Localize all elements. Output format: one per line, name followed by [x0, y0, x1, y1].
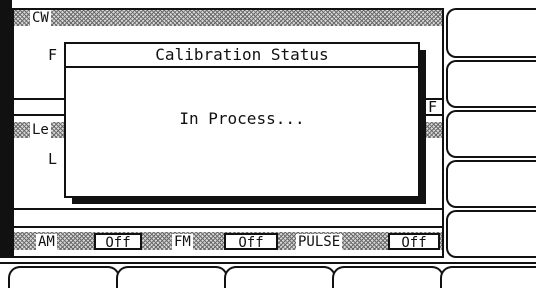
- bottom-softkey-5[interactable]: [440, 266, 536, 288]
- bottom-softkey-4[interactable]: [332, 266, 444, 288]
- fm-state: Off: [224, 233, 278, 251]
- cw-title: CW: [30, 10, 51, 26]
- am-label: AM: [36, 234, 57, 250]
- level-field-fragment: L: [48, 150, 58, 168]
- instrument-display: { "panels": { "cw": {"title": "CW", "fie…: [0, 0, 536, 288]
- level-separator-bottom: [14, 226, 442, 228]
- dialog-title-divider: [66, 66, 418, 68]
- left-bezel: [0, 0, 12, 258]
- softkey-2[interactable]: [446, 60, 536, 108]
- softkey-5[interactable]: [446, 210, 536, 258]
- softkey-3[interactable]: [446, 110, 536, 158]
- softkey-4[interactable]: [446, 160, 536, 208]
- softkey-1[interactable]: [446, 8, 536, 58]
- bottom-softkey-3[interactable]: [224, 266, 336, 288]
- cw-title-bar: [14, 10, 442, 26]
- calibration-dialog: Calibration Status In Process...: [64, 42, 420, 198]
- bottom-bar-line: [0, 262, 536, 264]
- fm-label: FM: [172, 234, 193, 250]
- pulse-state: Off: [388, 233, 440, 251]
- bottom-softkey-1[interactable]: [8, 266, 120, 288]
- level-separator-top: [14, 208, 442, 210]
- level-title: Le: [30, 122, 51, 138]
- dialog-message: In Process...: [179, 109, 305, 128]
- right-field-fragment: F: [428, 98, 438, 116]
- bottom-softkey-2[interactable]: [116, 266, 228, 288]
- dialog-title: Calibration Status: [155, 45, 329, 64]
- pulse-label: PULSE: [296, 234, 343, 250]
- cw-field-fragment: F: [48, 46, 58, 64]
- am-state: Off: [94, 233, 142, 251]
